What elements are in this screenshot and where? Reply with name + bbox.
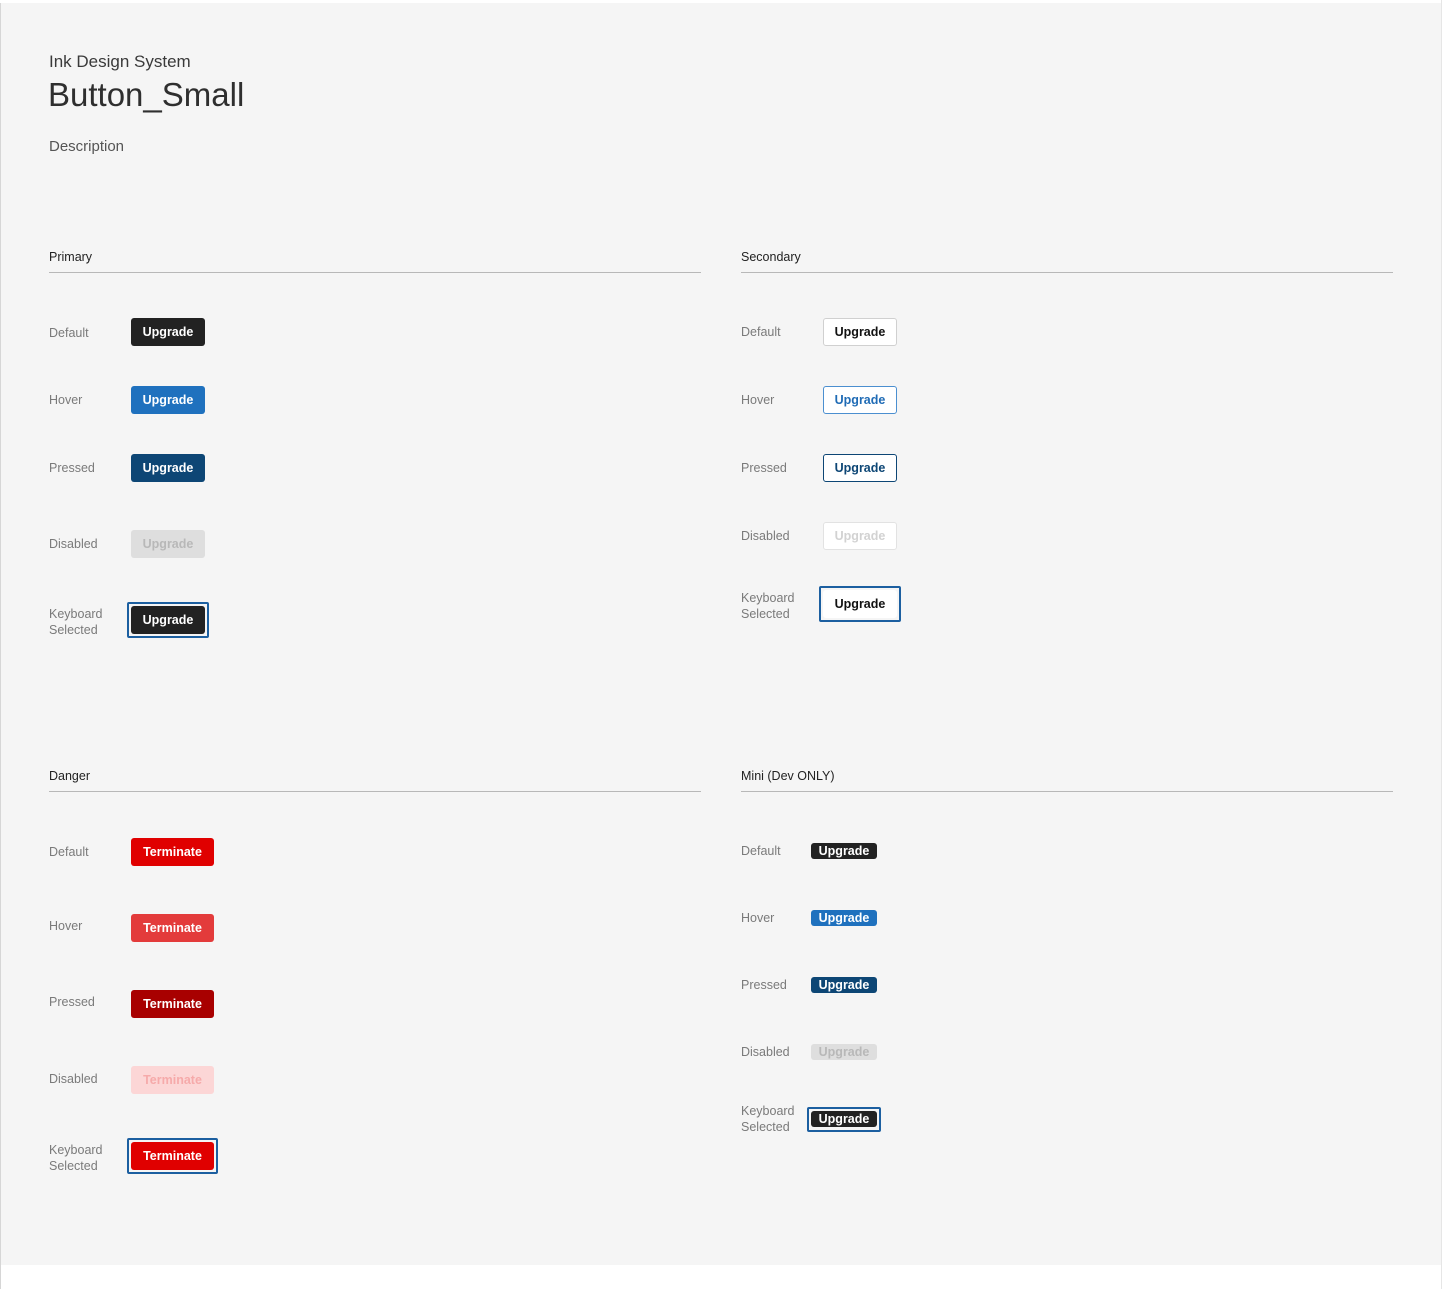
- section-title-primary: Primary: [49, 250, 93, 264]
- danger-pressed-button[interactable]: Terminate: [131, 990, 214, 1018]
- secondary-disabled-button: Upgrade: [823, 522, 897, 550]
- mini-disabled-button: Upgrade: [811, 1044, 877, 1060]
- state-label-keyboard: Keyboard: [741, 591, 795, 605]
- danger-default-button[interactable]: Terminate: [131, 838, 214, 866]
- primary-disabled-button: Upgrade: [131, 530, 205, 558]
- secondary-default-button[interactable]: Upgrade: [823, 318, 897, 346]
- page-title: Button_Small: [48, 76, 245, 113]
- mini-pressed-button[interactable]: Upgrade: [811, 977, 877, 993]
- secondary-pressed-button[interactable]: Upgrade: [823, 454, 897, 482]
- design-system-name: Ink Design System: [49, 52, 191, 71]
- mini-default-button[interactable]: Upgrade: [811, 843, 877, 859]
- section-title-mini: Mini (Dev ONLY): [741, 769, 835, 783]
- state-label-pressed: Pressed: [49, 461, 95, 475]
- section-divider-primary: [49, 272, 701, 273]
- state-label-selected: Selected: [741, 607, 790, 621]
- state-label-default: Default: [49, 326, 89, 340]
- section-title-danger: Danger: [49, 769, 90, 783]
- danger-hover-button[interactable]: Terminate: [131, 914, 214, 942]
- state-label-keyboard: Keyboard: [49, 607, 103, 621]
- state-label-disabled: Disabled: [49, 537, 98, 551]
- mini-keyboard-selected-button[interactable]: Upgrade: [811, 1111, 877, 1127]
- state-label-keyboard: Keyboard: [741, 1104, 795, 1118]
- state-label-selected: Selected: [741, 1120, 790, 1134]
- state-label-default: Default: [49, 845, 89, 859]
- danger-disabled-button: Terminate: [131, 1066, 214, 1094]
- state-label-hover: Hover: [49, 919, 83, 933]
- danger-keyboard-selected-button[interactable]: Terminate: [131, 1142, 214, 1170]
- state-label-hover: Hover: [49, 393, 83, 407]
- section-divider-secondary: [741, 272, 1393, 273]
- state-label-pressed: Pressed: [741, 978, 787, 992]
- page-description: Description: [49, 138, 125, 155]
- state-label-selected: Selected: [49, 623, 98, 637]
- section-title-secondary: Secondary: [741, 250, 801, 264]
- state-label-disabled: Disabled: [49, 1072, 98, 1086]
- canvas-frame: [1, 3, 1442, 1265]
- frame-border-right: [1441, 0, 1442, 1289]
- secondary-hover-button[interactable]: Upgrade: [823, 386, 897, 414]
- frame-border-left: [0, 3, 1, 1289]
- state-label-disabled: Disabled: [741, 529, 790, 543]
- state-label-pressed: Pressed: [741, 461, 787, 475]
- state-label-default: Default: [741, 844, 781, 858]
- section-divider-mini: [741, 791, 1393, 792]
- primary-pressed-button[interactable]: Upgrade: [131, 454, 205, 482]
- section-divider-danger: [49, 791, 701, 792]
- state-label-hover: Hover: [741, 393, 775, 407]
- state-label-hover: Hover: [741, 911, 775, 925]
- primary-default-button[interactable]: Upgrade: [131, 318, 205, 346]
- primary-hover-button[interactable]: Upgrade: [131, 386, 205, 414]
- state-label-keyboard: Keyboard: [49, 1143, 103, 1157]
- state-label-selected: Selected: [49, 1159, 98, 1173]
- state-label-disabled: Disabled: [741, 1045, 790, 1059]
- state-label-pressed: Pressed: [49, 995, 95, 1009]
- mini-hover-button[interactable]: Upgrade: [811, 910, 877, 926]
- state-label-default: Default: [741, 325, 781, 339]
- primary-keyboard-selected-button[interactable]: Upgrade: [131, 606, 205, 634]
- secondary-keyboard-selected-button[interactable]: Upgrade: [823, 590, 897, 618]
